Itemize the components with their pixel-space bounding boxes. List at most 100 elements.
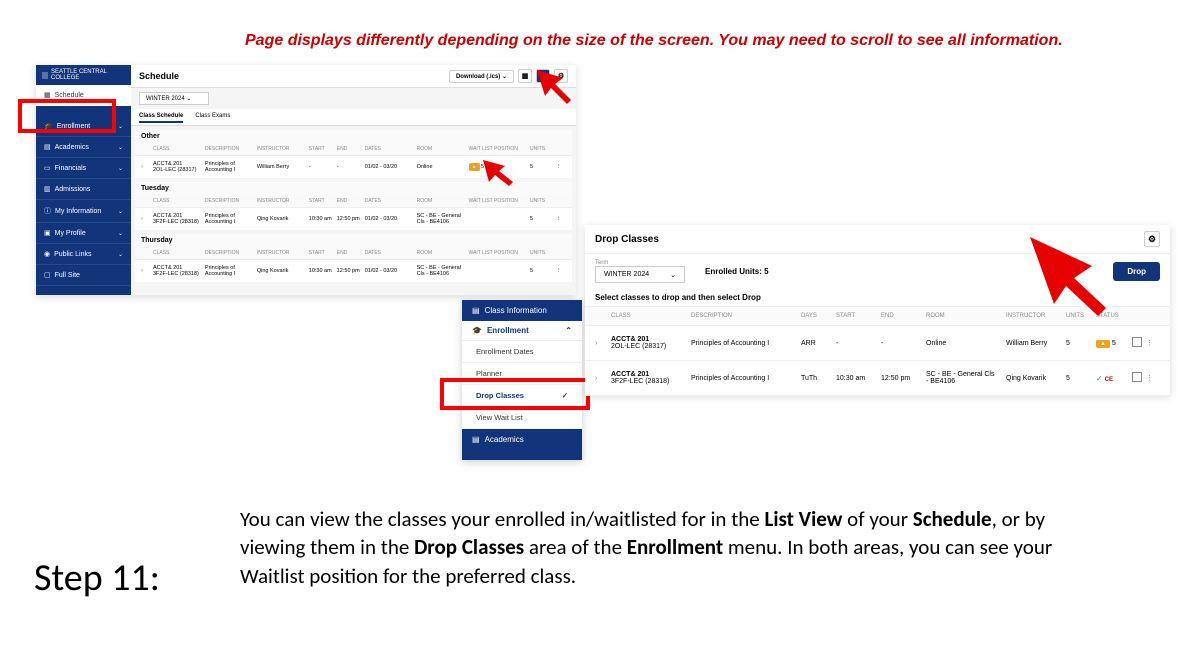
tab-class-schedule[interactable]: Class Schedule [139, 111, 183, 123]
more-icon[interactable]: ⋮ [1146, 339, 1158, 347]
td-units: 5 [1062, 338, 1092, 349]
nav-myinfo[interactable]: ⓘMy Information⌄ [36, 200, 131, 223]
chevron-up-icon: ⌃ [565, 326, 572, 335]
th-units: UNITS [528, 197, 556, 205]
step-description: You can view the classes your enrolled i… [240, 505, 1060, 590]
td-end: - [335, 163, 363, 171]
page-title: Drop Classes [595, 234, 659, 245]
th-end: END [877, 311, 922, 321]
term-select[interactable]: WINTER 2024 ⌄ [139, 92, 209, 105]
td-room: SC - BE - General Cls - BE4106 [415, 212, 467, 226]
menu-view-waitlist[interactable]: View Wait List [462, 407, 582, 429]
td-days: TuTh [797, 373, 832, 384]
settings-button[interactable]: ⚙ [1144, 231, 1160, 247]
td-instructor: Qing Kovarik [1002, 373, 1062, 384]
more-icon[interactable]: ⋮ [556, 164, 566, 170]
chevron-down-icon: ⌄ [118, 144, 123, 151]
menu-enrollment[interactable]: 🎓Enrollment⌃ [462, 321, 582, 341]
td-dates: 01/02 - 03/20 [363, 267, 415, 275]
td-start: - [832, 338, 877, 349]
th-class: CLASS [151, 249, 203, 257]
nav-label: My Profile [55, 230, 86, 237]
th-units: UNITS [528, 145, 556, 153]
th-room: ROOM [415, 145, 467, 153]
th-end: END [335, 145, 363, 153]
tab-class-exams[interactable]: Class Exams [195, 111, 230, 123]
td-start: - [307, 163, 335, 171]
td-units: 5 [1062, 373, 1092, 384]
college-name: SEATTLE CENTRAL COLLEGE [51, 69, 125, 81]
td-instructor: Qing Kovarik [255, 215, 307, 223]
td-wl [467, 218, 529, 220]
nav-academics[interactable]: ▤Academics⌄ [36, 137, 131, 158]
th-desc: DESCRIPTION [203, 197, 255, 205]
nav-fullsite[interactable]: ▢Full Site [36, 265, 131, 286]
waitlist-badge: ▲ [469, 163, 480, 171]
th-days: DAYS [797, 311, 832, 321]
td-instructor: Qing Kovarik [255, 267, 307, 275]
menu-label: Enrollment [487, 326, 529, 335]
menu-academics[interactable]: ▤Academics [462, 429, 582, 450]
menu-class-info[interactable]: ▤Class Information [462, 300, 582, 321]
expand-icon[interactable]: › [141, 164, 151, 170]
td-end: 12:50 pm [877, 373, 922, 384]
term-value: WINTER 2024 [604, 271, 649, 278]
th-end: END [335, 249, 363, 257]
book-icon: ▤ [44, 143, 51, 151]
more-icon[interactable]: ⋮ [556, 216, 566, 222]
calendar-icon: ▦ [522, 72, 529, 80]
td-desc: Principles of Accounting I [203, 264, 255, 278]
td-units: 5 [528, 163, 556, 171]
college-logo: SEATTLE CENTRAL COLLEGE [36, 65, 131, 85]
td-desc: Principles of Accounting I [203, 212, 255, 226]
arrow-annotation [535, 68, 575, 108]
download-label: Download (.ics) [456, 74, 500, 80]
enrolled-icon: ✓ [1096, 374, 1103, 383]
expand-icon[interactable]: › [595, 340, 607, 347]
nav-admissions[interactable]: ▥Admissions [36, 179, 131, 200]
nav-publiclinks[interactable]: ◉Public Links⌄ [36, 244, 131, 265]
more-icon[interactable]: ⋮ [556, 268, 566, 274]
select-checkbox[interactable] [1132, 337, 1146, 349]
td-room: SC - BE - General Cls - BE4106 [415, 264, 467, 278]
th-desc: DESCRIPTION [203, 145, 255, 153]
table-row: › ACCT& 2013F2F-LEC (28318) Principles o… [585, 361, 1170, 396]
expand-icon[interactable]: › [595, 375, 607, 382]
th-units: UNITS [528, 249, 556, 257]
td-instructor: William Berry [1002, 338, 1062, 349]
chevron-down-icon: ⌄ [118, 208, 123, 215]
expand-icon[interactable]: › [141, 216, 151, 222]
menu-enrollment-dates[interactable]: Enrollment Dates [462, 341, 582, 363]
warning-text: Page displays differently depending on t… [245, 32, 1063, 50]
th-room: ROOM [922, 311, 1002, 321]
tabs: Class Schedule Class Exams [131, 109, 576, 126]
nav-financials[interactable]: ▭Financials⌄ [36, 158, 131, 179]
td-start: 10:30 am [832, 373, 877, 384]
step-label: Step 11: [34, 555, 160, 601]
term-select[interactable]: WINTER 2024 ⌄ [595, 266, 685, 283]
table-header: CLASS DESCRIPTION INSTRUCTOR START END D… [135, 247, 572, 259]
nav-label: Public Links [54, 251, 91, 258]
term-control: Term WINTER 2024 ⌄ [595, 260, 685, 283]
highlight-drop-classes [440, 378, 590, 410]
more-icon[interactable]: ⋮ [1146, 374, 1158, 382]
select-checkbox[interactable] [1132, 372, 1146, 384]
drop-button[interactable]: Drop [1113, 262, 1160, 281]
th-start: START [832, 311, 877, 321]
chevron-down-icon: ⌄ [118, 123, 123, 130]
td-end: 12:50 pm [335, 215, 363, 223]
download-button[interactable]: Download (.ics) ⌄ [449, 70, 514, 83]
page-title: Schedule [139, 71, 179, 81]
calendar-view-button[interactable]: ▦ [518, 69, 532, 83]
th-room: ROOM [415, 249, 467, 257]
menu-label: Academics [485, 435, 524, 444]
td-wl [467, 270, 529, 272]
nav-myprofile[interactable]: ▣My Profile⌄ [36, 223, 131, 244]
table-row: › ACCT& 2012OL-LEC (28317) Principles of… [585, 326, 1170, 361]
td-end: - [877, 338, 922, 349]
td-room: SC - BE - General Cls - BE4106 [922, 369, 1002, 387]
waitlist-badge: ▲ [1096, 340, 1110, 348]
td-start: 10:30 am [307, 215, 335, 223]
expand-icon[interactable]: › [141, 268, 151, 274]
td-units: 5 [528, 267, 556, 275]
